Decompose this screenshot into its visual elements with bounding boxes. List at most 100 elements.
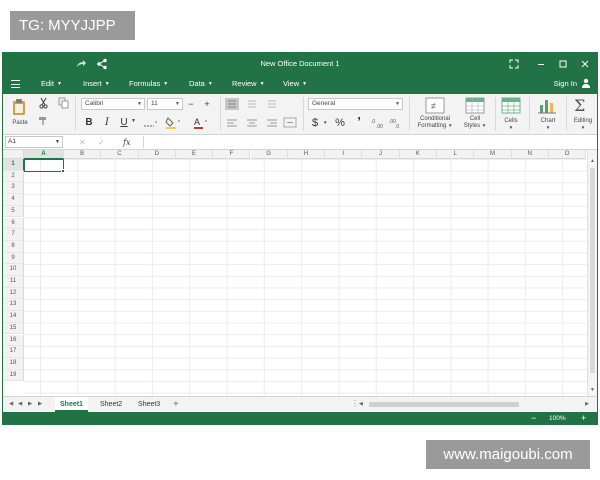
maximize-icon[interactable] [557,57,569,69]
formula-input[interactable] [143,136,595,148]
menu-data[interactable]: Data ▼ [189,74,213,94]
column-header-o[interactable]: O [548,150,587,159]
column-header-b[interactable]: B [64,150,102,159]
row-header-19[interactable]: 19 [3,369,24,382]
fill-handle[interactable] [61,169,65,173]
merge-cells-icon[interactable] [283,116,297,129]
conditional-formatting-icon[interactable]: ≠ [425,97,445,114]
column-header-j[interactable]: J [362,150,400,159]
cells-icon[interactable] [501,97,521,114]
decrease-font-icon[interactable]: − [185,97,197,111]
align-top-icon[interactable] [225,98,239,110]
font-color-icon[interactable]: A [193,116,209,129]
align-left-icon[interactable] [225,118,239,129]
currency-button[interactable]: $ [309,116,321,130]
cell-grid[interactable] [24,159,587,396]
row-header-3[interactable]: 3 [3,182,24,195]
add-sheet-button[interactable]: + [173,397,179,412]
increase-font-icon[interactable]: + [201,97,213,111]
zoom-out-button[interactable]: − [531,412,536,424]
row-header-9[interactable]: 9 [3,252,24,265]
row-header-6[interactable]: 6 [3,217,24,230]
last-sheet-icon[interactable]: ▶ [38,397,42,412]
column-header-e[interactable]: E [175,150,214,159]
row-header-2[interactable]: 2 [3,170,24,183]
first-sheet-icon[interactable]: ◀ [9,397,13,412]
confirm-entry-icon[interactable]: ✓ [98,136,105,149]
fullscreen-icon[interactable] [508,57,520,69]
align-right-icon[interactable] [265,118,279,129]
align-bottom-icon[interactable] [265,98,279,110]
sheet-tab-1[interactable]: Sheet1 [55,397,88,412]
column-header-f[interactable]: F [213,150,251,159]
insert-function-button[interactable]: fx [123,136,130,149]
align-middle-icon[interactable] [245,98,259,110]
vertical-scrollbar[interactable]: ▲ ▼ [587,150,597,396]
menu-review[interactable]: Review ▼ [232,74,265,94]
column-header-l[interactable]: L [437,150,475,159]
row-header-1[interactable]: 1 [3,159,24,171]
row-header-10[interactable]: 10 [3,264,24,276]
row-header-7[interactable]: 7 [3,229,24,241]
horizontal-scrollbar[interactable]: ⋮ ◀ ▶ [351,399,593,409]
minimize-icon[interactable] [535,57,547,69]
row-header-5[interactable]: 5 [3,205,24,218]
percent-button[interactable]: % [334,116,346,130]
row-header-8[interactable]: 8 [3,240,24,253]
menu-formulas[interactable]: Formulas ▼ [129,74,168,94]
menu-insert[interactable]: Insert ▼ [83,74,110,94]
row-header-15[interactable]: 15 [3,322,24,335]
row-header-17[interactable]: 17 [3,346,24,358]
column-header-i[interactable]: I [325,150,363,159]
copy-icon[interactable] [58,97,69,109]
zoom-level[interactable]: 100% [549,412,566,424]
cell-styles-icon[interactable] [465,97,485,114]
sheet-tab-3[interactable]: Sheet3 [133,397,165,412]
select-all-corner[interactable] [3,150,24,159]
cancel-entry-icon[interactable]: ✕ [79,136,86,149]
row-header-4[interactable]: 4 [3,194,24,206]
chart-label[interactable]: Chart ▼ [535,118,561,131]
column-header-h[interactable]: H [287,150,326,159]
cut-icon[interactable] [38,97,49,109]
cell-styles-label[interactable]: Cell Styles ▼ [458,116,492,129]
conditional-formatting-label[interactable]: Conditional Formatting ▼ [411,116,459,129]
horizontal-scroll-thumb[interactable] [369,402,519,407]
column-header-d[interactable]: D [138,150,176,159]
row-header-14[interactable]: 14 [3,311,24,323]
menu-edit[interactable]: Edit ▼ [41,74,62,94]
scroll-up-icon[interactable]: ▲ [590,158,595,164]
sigma-icon[interactable]: Σ [574,96,585,115]
hamburger-menu-icon[interactable] [11,80,20,88]
scroll-left-icon[interactable]: ◀ [359,401,363,407]
number-format-dropdown[interactable]: General ▼ [308,98,403,110]
align-center-icon[interactable] [245,118,259,129]
vertical-scroll-thumb[interactable] [590,168,595,373]
clipboard-icon[interactable] [12,98,26,116]
chevron-down-icon[interactable]: ▼ [131,118,136,124]
row-header-16[interactable]: 16 [3,334,24,347]
row-header-11[interactable]: 11 [3,276,24,288]
row-header-13[interactable]: 13 [3,299,24,312]
active-cell-a1[interactable] [24,159,64,172]
prev-sheet-icon[interactable]: ◀ [18,397,22,412]
name-box[interactable]: A1 ▼ [5,136,63,148]
decrease-decimal-icon[interactable]: .00.0 [389,117,403,129]
row-header-12[interactable]: 12 [3,287,24,300]
chart-icon[interactable] [537,97,557,114]
column-header-a[interactable]: A [24,150,64,159]
row-header-18[interactable]: 18 [3,357,24,370]
increase-decimal-icon[interactable]: .0.00 [371,117,385,129]
column-header-k[interactable]: K [399,150,437,159]
column-header-n[interactable]: N [511,150,549,159]
column-header-c[interactable]: C [101,150,139,159]
editing-label[interactable]: Editing ▼ [569,118,597,131]
cells-label[interactable]: Cells ▼ [498,118,524,131]
bold-button[interactable]: B [83,116,95,130]
sign-in-button[interactable]: Sign In [554,74,591,94]
sheet-tab-2[interactable]: Sheet2 [95,397,127,412]
comma-style-button[interactable]: ’ [353,115,365,129]
fill-color-icon[interactable] [165,116,181,129]
font-size-dropdown[interactable]: 11 ▼ [147,98,183,110]
zoom-in-button[interactable]: + [581,412,586,424]
